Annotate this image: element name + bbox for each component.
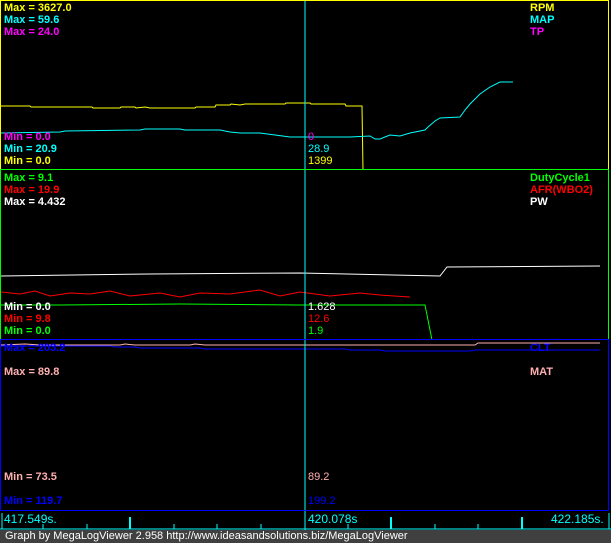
map-cursor-value: 28.9	[308, 143, 330, 155]
panel-temps[interactable]	[0, 339, 609, 511]
time-axis[interactable]: 417.549s. 420.078s 422.185s.	[0, 511, 611, 530]
rpm-max: Max = 3627.0	[4, 2, 72, 14]
afr-min: Min = 9.8	[4, 313, 51, 325]
mat-max: Max = 89.8	[4, 366, 60, 378]
megalogviewer-graph[interactable]: Max = 3627.0 Max = 59.6 Max = 24.0 RPM M…	[0, 0, 611, 543]
panel-fuel[interactable]	[0, 169, 609, 340]
panel-engine[interactable]	[0, 0, 609, 170]
time-axis-ticks	[0, 513, 611, 530]
tp-min: Min = 0.0	[4, 131, 51, 143]
map-min: Min = 20.9	[4, 143, 57, 155]
tp-label: TP	[530, 26, 545, 38]
dutycycle-label: DutyCycle1	[530, 172, 590, 184]
rpm-min: Min = 0.0	[4, 155, 51, 167]
time-start: 417.549s.	[4, 512, 57, 526]
afr-cursor-value: 12.6	[308, 313, 330, 325]
rpm-label: RPM	[530, 2, 555, 14]
clt-max: Max = 203.2	[4, 342, 66, 354]
time-end: 422.185s.	[551, 512, 604, 526]
tp-cursor-value: 0	[308, 131, 315, 143]
dutycycle-cursor-value: 1.9	[308, 325, 324, 337]
mat-cursor-value: 89.2	[308, 471, 330, 483]
rpm-cursor-value: 1399	[308, 155, 333, 167]
pw-min: Min = 0.0	[4, 301, 51, 313]
afr-label: AFR(WBO2)	[530, 184, 593, 196]
pw-max: Max = 4.432	[4, 196, 66, 208]
tp-max: Max = 24.0	[4, 26, 60, 38]
mat-label: MAT	[530, 366, 554, 378]
time-cursor: 420.078s	[308, 512, 358, 526]
dutycycle-max: Max = 9.1	[4, 172, 54, 184]
clt-min: Min = 119.7	[4, 495, 63, 507]
pw-cursor-value: 1.628	[308, 301, 336, 313]
map-max: Max = 59.6	[4, 14, 60, 26]
footer-credit: Graph by MegaLogViewer 2.958 http://www.…	[0, 530, 611, 543]
pw-label: PW	[530, 196, 548, 208]
clt-label: CLT	[530, 342, 551, 354]
dutycycle-min: Min = 0.0	[4, 325, 51, 337]
clt-cursor-value: 199.2	[308, 495, 336, 507]
afr-max: Max = 19.9	[4, 184, 60, 196]
mat-min: Min = 73.5	[4, 471, 57, 483]
map-label: MAP	[530, 14, 555, 26]
